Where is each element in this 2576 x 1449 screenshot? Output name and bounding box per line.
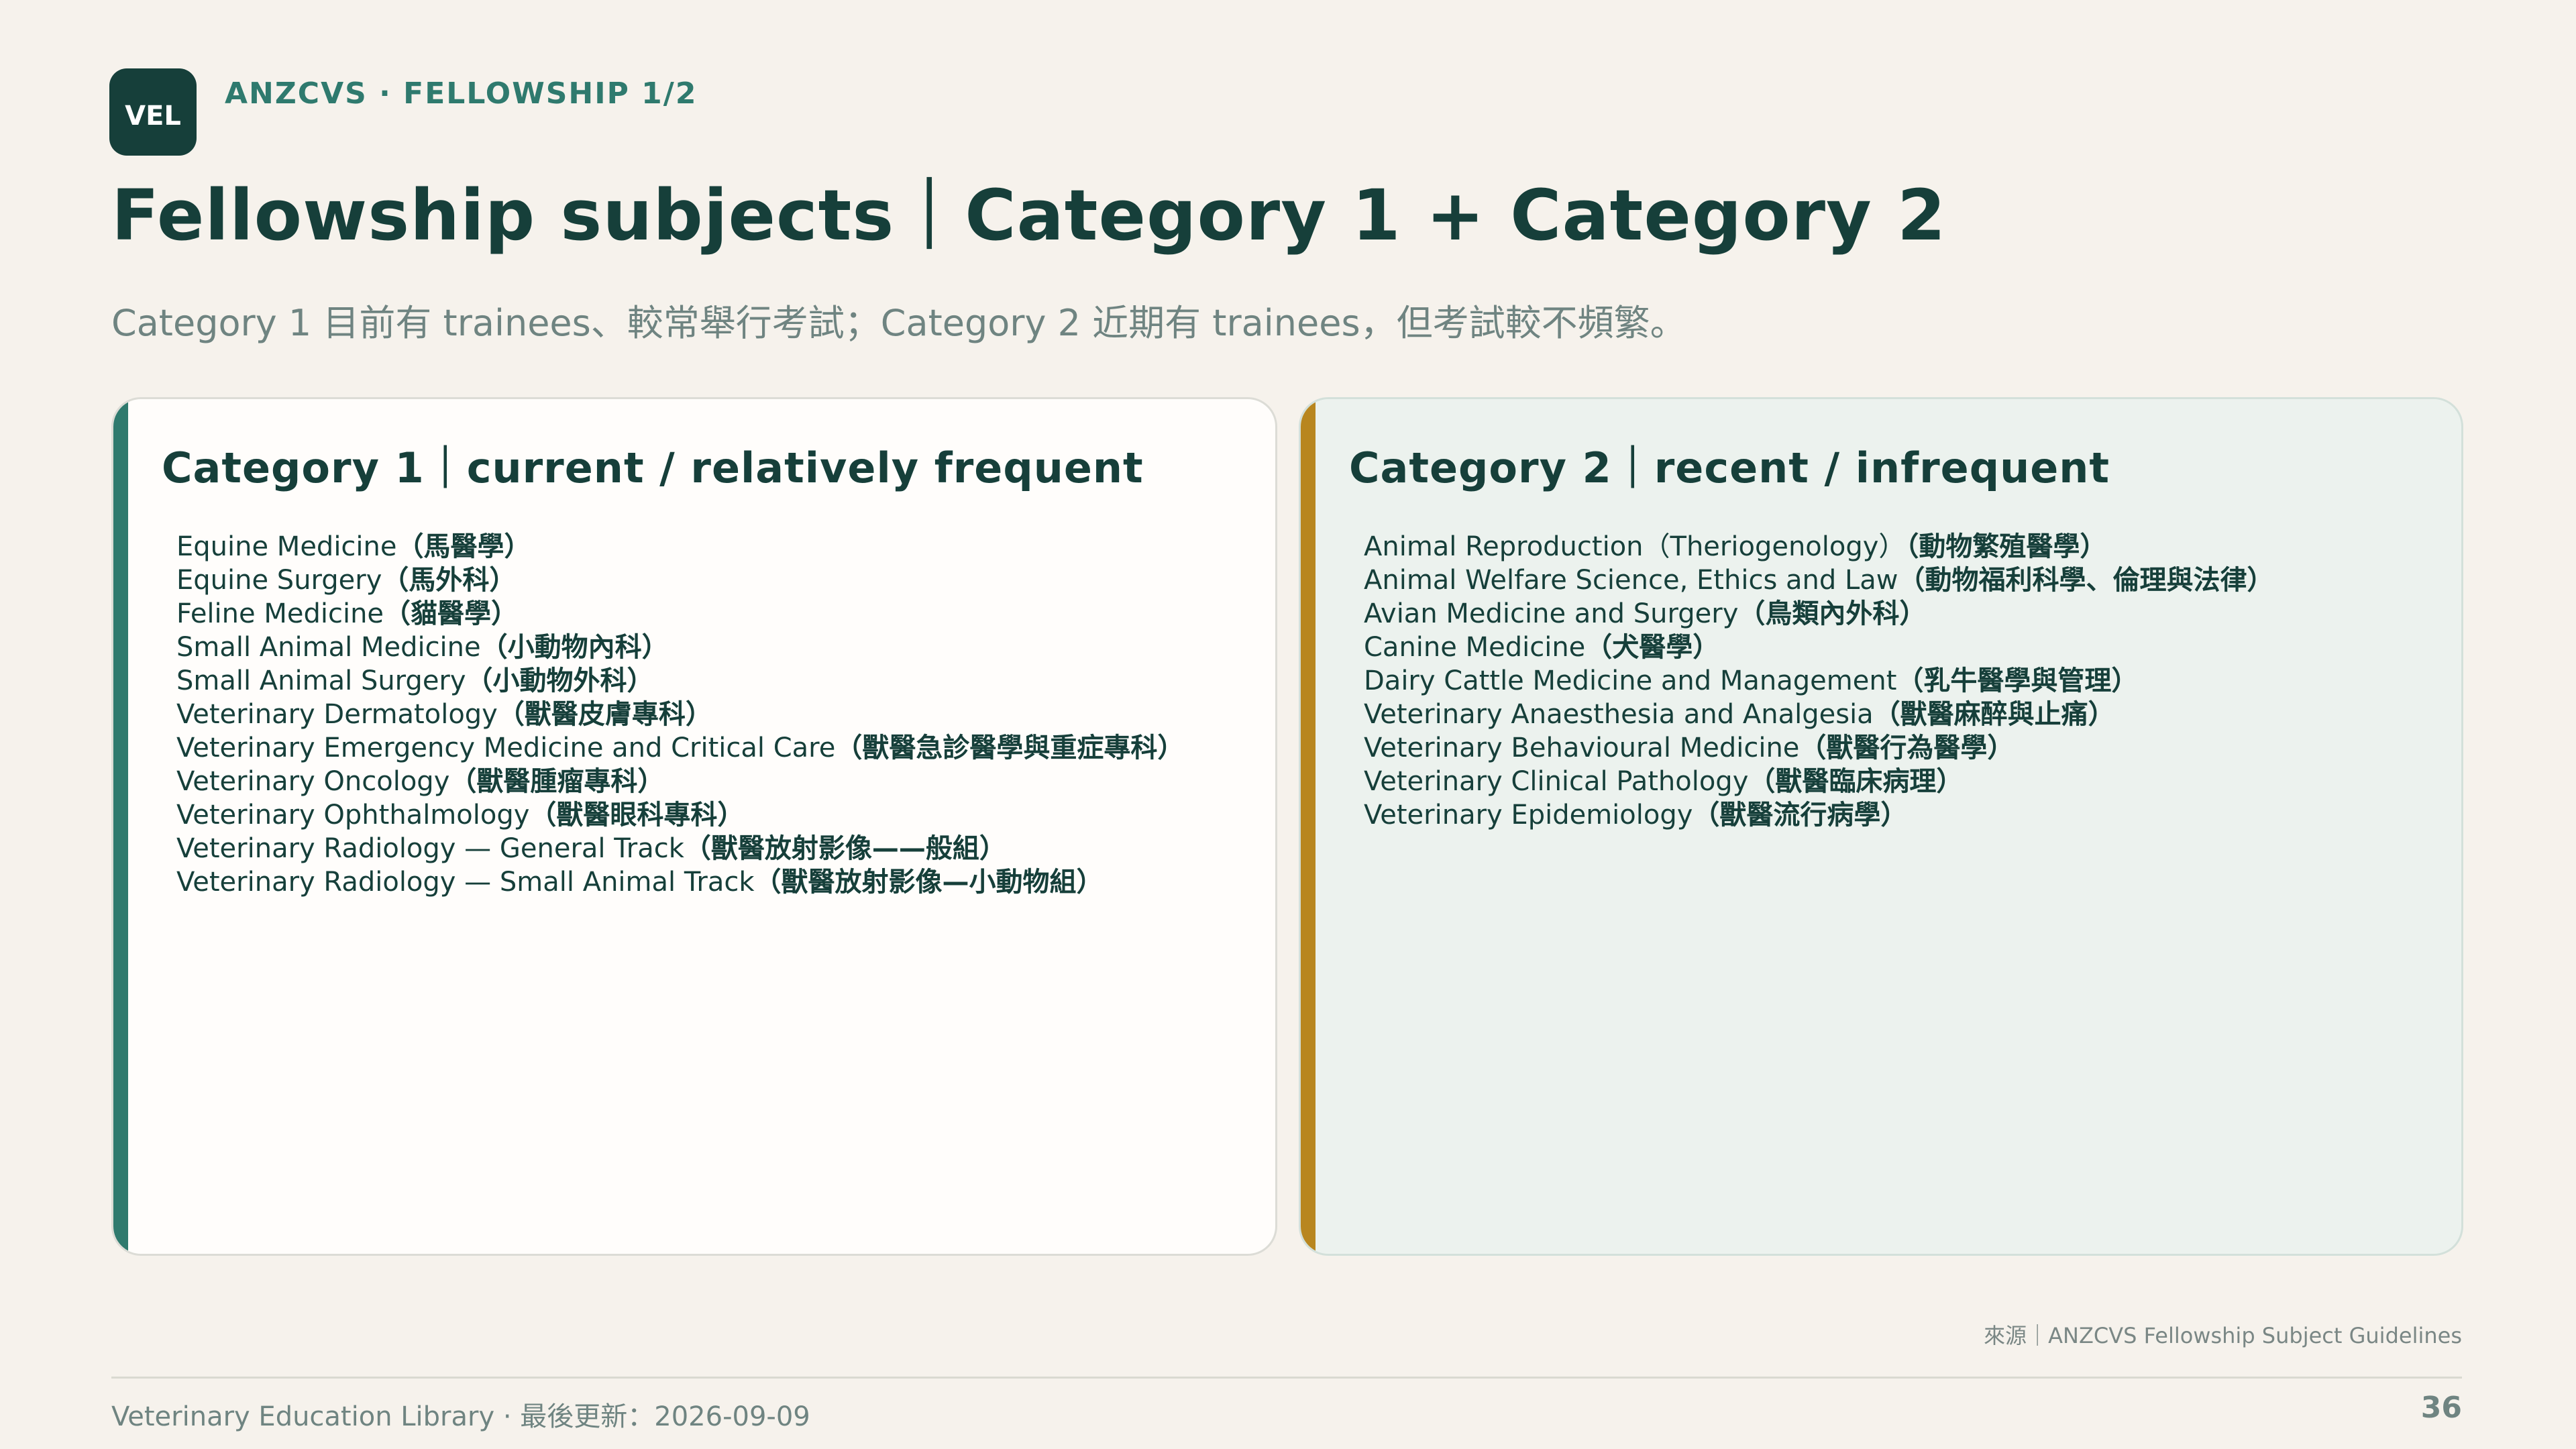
logo-text: VEL <box>125 101 181 131</box>
list-item: Veterinary Radiology — General Track（獸醫放… <box>176 833 1006 864</box>
category-2-card: Category 2｜recent / infrequent Animal Re… <box>1299 397 2463 1256</box>
list-item: Feline Medicine（貓醫學） <box>176 598 519 629</box>
list-item: Veterinary Dermatology（獸醫皮膚專科） <box>176 699 712 730</box>
list-item: Veterinary Oncology（獸醫腫瘤專科） <box>176 766 665 797</box>
page-subtitle: Category 1 目前有 trainees、較常舉行考試；Category … <box>111 302 1686 344</box>
vel-logo: VEL <box>109 68 197 156</box>
footer-text: Veterinary Education Library · 最後更新：2026… <box>111 1401 810 1432</box>
list-item: Equine Medicine（馬醫學） <box>176 531 531 562</box>
section-kicker: ANZCVS · FELLOWSHIP 1/2 <box>225 76 698 111</box>
list-item: Animal Reproduction（Theriogenology）（動物繁殖… <box>1364 531 2107 562</box>
page-number: 36 <box>2420 1391 2462 1425</box>
category-1-title: Category 1｜current / relatively frequent <box>162 443 1144 492</box>
category-1-list: Equine Medicine（馬醫學） Equine Surgery（馬外科）… <box>176 530 1184 899</box>
category-2-list: Animal Reproduction（Theriogenology）（動物繁殖… <box>1364 530 2273 832</box>
list-item: Veterinary Ophthalmology（獸醫眼科專科） <box>176 800 745 830</box>
category-1-card: Category 1｜current / relatively frequent… <box>111 397 1277 1256</box>
list-item: Canine Medicine（犬醫學） <box>1364 632 1720 663</box>
list-item: Veterinary Epidemiology（獸醫流行病學） <box>1364 800 1908 830</box>
list-item: Animal Welfare Science, Ethics and Law（動… <box>1364 565 2274 596</box>
list-item: Veterinary Behavioural Medicine（獸醫行為醫學） <box>1364 733 2015 763</box>
list-item: Veterinary Radiology — Small Animal Trac… <box>176 867 1104 898</box>
category-1-accent-bar <box>113 399 128 1254</box>
source-citation: 來源｜ANZCVS Fellowship Subject Guidelines <box>1984 1323 2462 1348</box>
list-item: Veterinary Emergency Medicine and Critic… <box>176 733 1185 763</box>
footer-divider <box>111 1377 2462 1379</box>
page-title: Fellowship subjects｜Category 1 + Categor… <box>111 174 1947 256</box>
category-2-title: Category 2｜recent / infrequent <box>1349 443 2110 492</box>
list-item: Equine Surgery（馬外科） <box>176 565 517 596</box>
category-2-accent-bar <box>1301 399 1316 1254</box>
list-item: Dairy Cattle Medicine and Management（乳牛醫… <box>1364 665 2139 696</box>
list-item: Veterinary Clinical Pathology（獸醫臨床病理） <box>1364 766 1964 797</box>
list-item: Avian Medicine and Surgery（鳥類內外科） <box>1364 598 1927 629</box>
list-item: Small Animal Surgery（小動物外科） <box>176 665 654 696</box>
list-item: Veterinary Anaesthesia and Analgesia（獸醫麻… <box>1364 699 2115 730</box>
list-item: Small Animal Medicine（小動物內科） <box>176 632 669 663</box>
